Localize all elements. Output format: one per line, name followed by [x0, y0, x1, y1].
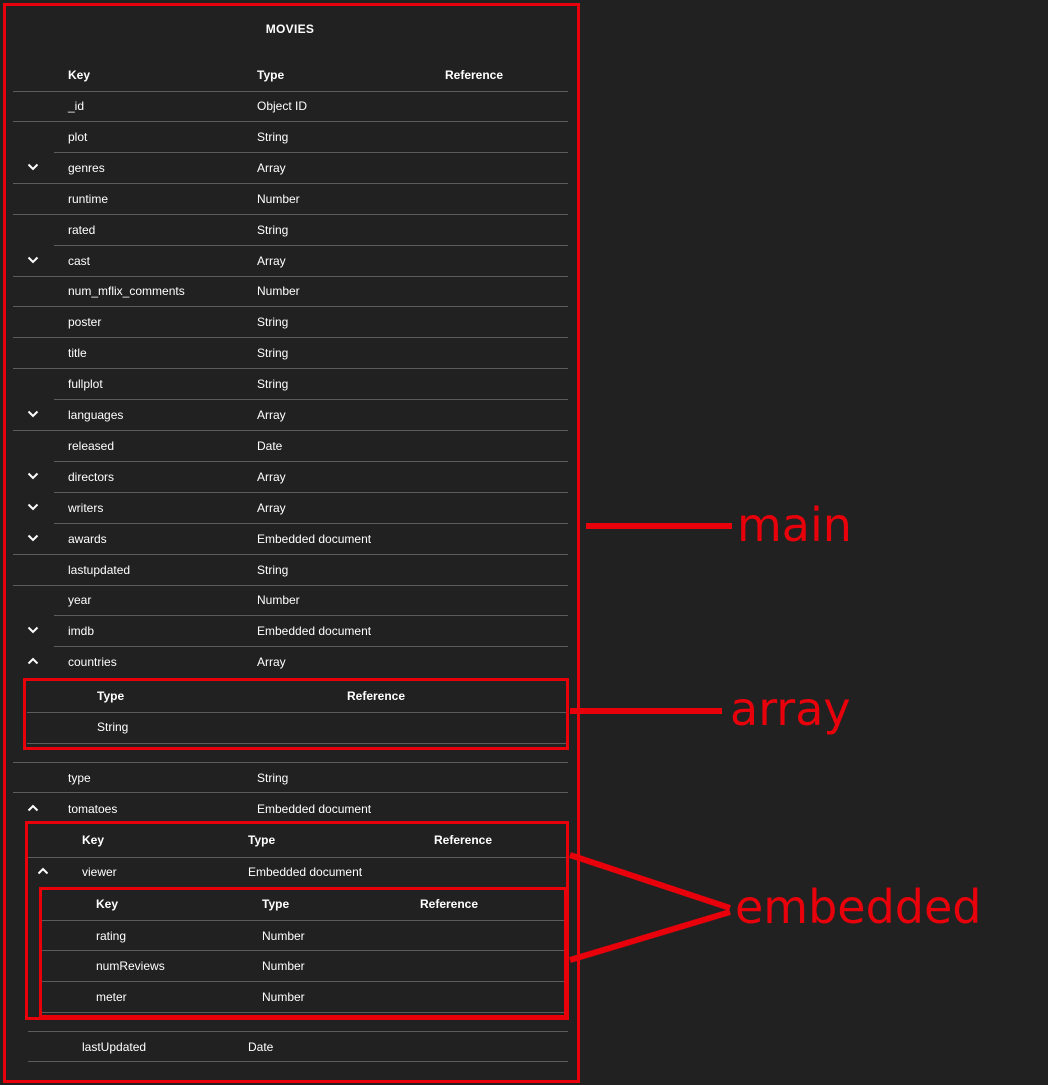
- annotation-label-main: main: [737, 498, 852, 552]
- annotation-label-embedded: embedded: [735, 880, 982, 934]
- annotation-label-array: array: [730, 682, 851, 736]
